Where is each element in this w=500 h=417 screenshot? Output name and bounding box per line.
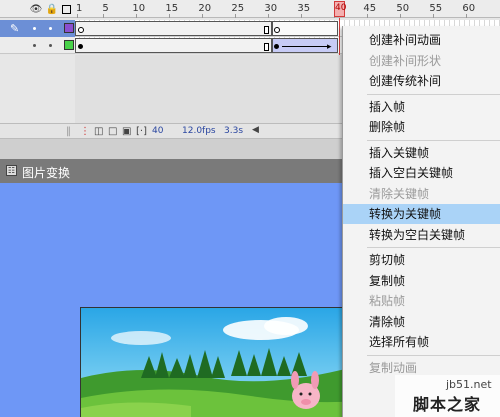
frame-number: 1 [76,3,83,14]
frame-span[interactable] [75,21,272,36]
menu-item: 粘贴帧 [369,294,406,308]
arrow-head-icon: ▸ [327,42,332,52]
frame-number: 35 [297,3,311,14]
frame-tick [169,14,171,18]
frame-number: 50 [396,3,410,14]
frame-number: 25 [231,3,245,14]
menu-item[interactable]: 插入关键帧 [343,143,500,163]
empty-keyframe[interactable] [274,27,280,33]
frame-tick [400,14,402,18]
layer-header-1[interactable]: ✎ [0,20,75,37]
scene-label[interactable]: 图片变换 [22,164,70,181]
frame-number: 15 [165,3,179,14]
center-frame-icon[interactable]: ⋮ [80,126,90,137]
playhead-frame-number: 40 [335,3,347,13]
layer-color-swatch[interactable] [64,23,74,33]
menu-separator [367,247,500,248]
onion-skin-icon[interactable]: ◫ [94,126,103,137]
frame-ruler[interactable]: 👁 🔒 151015202530354045505560 [0,0,500,18]
pencil-icon: ✎ [10,22,20,35]
frame-tick [301,14,303,18]
menu-separator [367,93,500,95]
frame-tick [367,14,369,18]
frame-span[interactable] [272,21,338,36]
span-end [264,26,269,34]
scene-icon[interactable]: ☷ [6,165,17,176]
menu-item[interactable]: 转换为关键帧 [343,204,500,224]
frame-rate-readout[interactable]: 12.0fps [182,126,216,136]
lock-icon[interactable]: 🔒 [46,3,58,15]
frame-tick [268,14,270,18]
elapsed-time-readout: 3.3s [224,126,244,136]
frame-number: 60 [462,3,476,14]
lock-dot[interactable] [49,27,52,30]
empty-keyframe[interactable] [78,27,84,33]
edit-multiple-icon[interactable]: ▣ [122,126,131,137]
menu-item[interactable]: 插入空白关键帧 [343,163,500,183]
menu-item[interactable]: 选择所有帧 [343,332,500,352]
frame-number: 30 [264,3,278,14]
current-frame-readout: 40 [152,126,164,136]
watermark-name: 脚本之家 [413,395,482,414]
eye-icon[interactable]: 👁 [30,3,43,15]
scroll-left-icon[interactable]: ◀ [252,125,259,135]
layer-color-swatch[interactable] [64,40,74,50]
frame-span[interactable] [75,38,272,53]
visibility-dot[interactable] [33,27,36,30]
menu-item[interactable]: 创建补间动画 [343,30,500,50]
playhead-line [339,18,340,55]
frame-tick [235,14,237,18]
frame-tick [433,14,435,18]
menu-item[interactable]: 转换为空白关键帧 [343,225,500,245]
frame-number: 55 [429,3,443,14]
onion-outline-icon[interactable]: □ [108,126,117,137]
visibility-dot[interactable] [33,44,36,47]
frame-tick [136,14,138,18]
frame-tick [202,14,204,18]
menu-item[interactable]: 剪切帧 [343,250,500,270]
span-end [264,43,269,51]
menu-item[interactable]: 插入帧 [343,97,500,117]
tween-arrow [282,46,330,47]
onion-markers-icon[interactable]: [·] [136,126,147,137]
frame-number: 20 [198,3,212,14]
layer-list-empty [0,55,75,123]
menu-separator [367,139,500,141]
menu-item[interactable]: 复制帧 [343,271,500,291]
tween-span[interactable]: ▸ [272,38,338,53]
frame-number: 45 [363,3,377,14]
frame-tick [103,14,105,18]
menu-item: 清除关键帧 [369,186,430,201]
menu-item[interactable]: 删除帧 [343,117,500,137]
scroll-icon[interactable]: ‖ [66,126,71,137]
outline-icon[interactable] [62,5,71,14]
frame-number: 5 [102,3,109,14]
context-menu: 创建补间动画创建补间形状创建传统补间 插入帧 删除帧插入关键帧 插入空白关键帧清除关键… [342,26,500,417]
frame-tick [466,14,468,18]
watermark-site: jb51.net [446,378,492,391]
frame-number-row: 151015202530354045505560 [75,0,500,18]
menu-item[interactable]: 创建传统补间 [343,71,500,91]
frame-tick [77,14,78,18]
menu-item[interactable]: 清除帧 [343,312,500,332]
menu-separator [367,354,500,356]
lock-dot[interactable] [49,44,52,47]
layer-header-2[interactable] [0,37,75,54]
keyframe[interactable] [78,44,83,49]
keyframe[interactable] [274,44,279,49]
menu-item: 创建补间形状 [369,53,442,68]
frame-number: 10 [132,3,146,14]
